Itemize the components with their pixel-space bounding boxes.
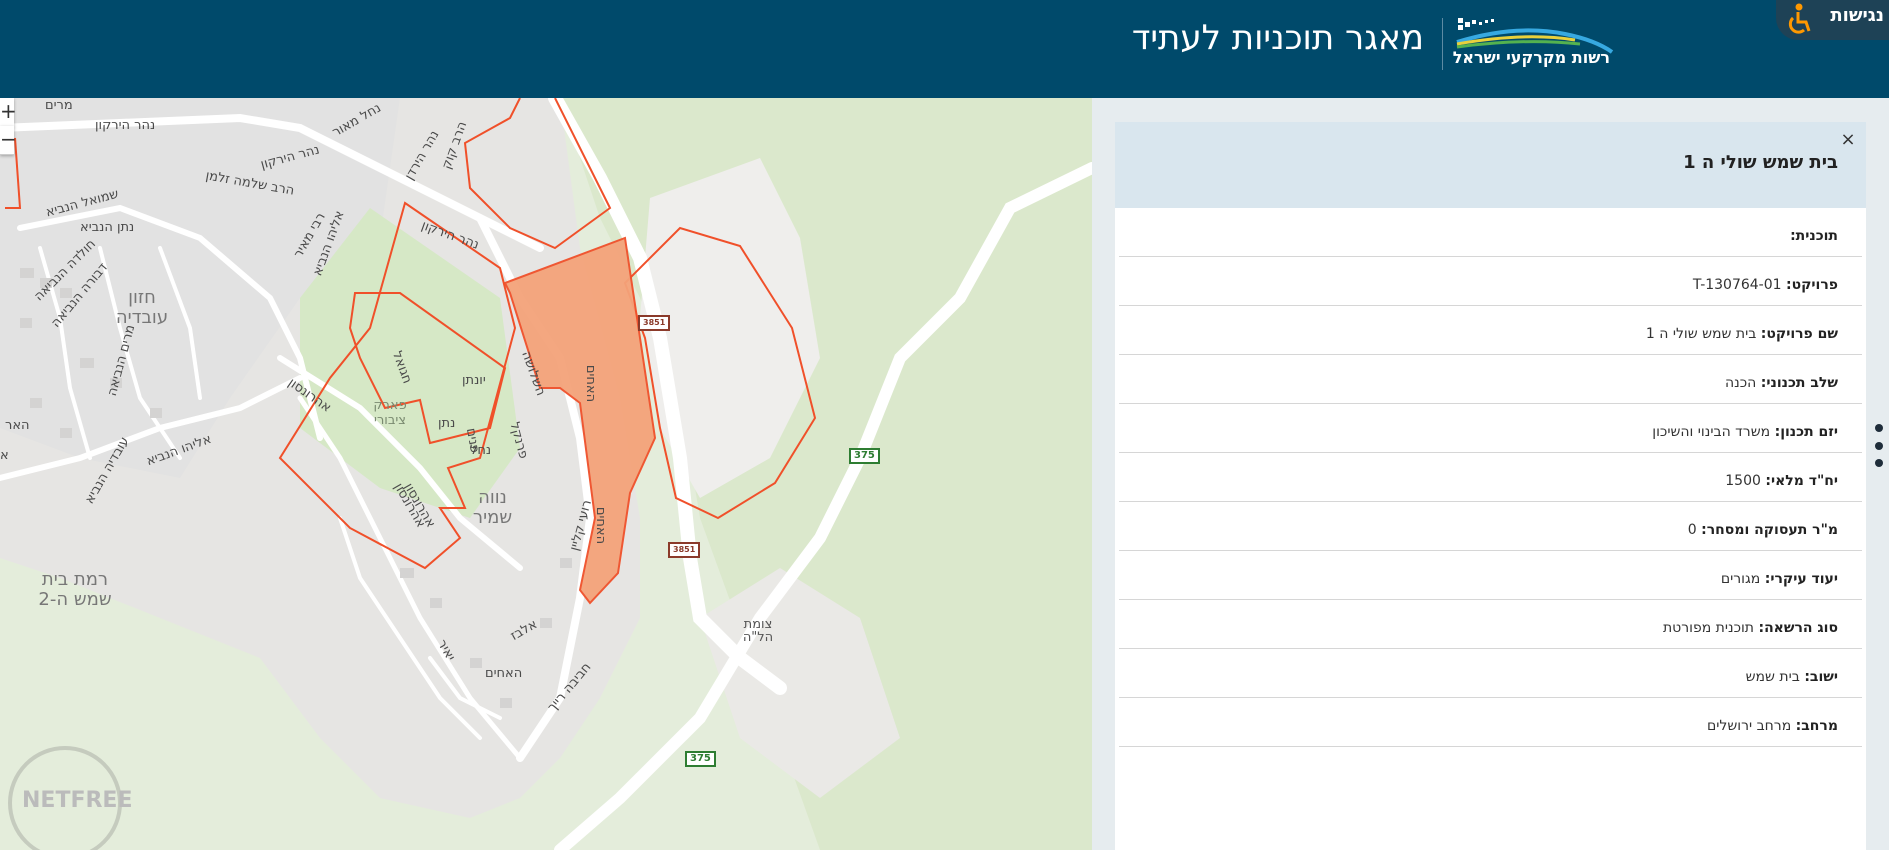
street-label: נחל: [470, 443, 492, 458]
more-menu-icon[interactable]: [1875, 459, 1883, 467]
row-label: יזם תכנון:: [1774, 424, 1838, 440]
park-label: פארק ציבורי: [373, 398, 407, 428]
info-row-district: מרחב: מרחב ירושלים: [1119, 698, 1862, 747]
accessibility-button[interactable]: נגישות: [1776, 0, 1889, 40]
row-value: בית שמש שולי ה 1: [1645, 326, 1757, 342]
info-row-housing-units: יח"ד מלאי: 1500: [1119, 453, 1862, 502]
more-menu-icon[interactable]: [1875, 424, 1883, 432]
road-shield: 375: [849, 448, 880, 464]
row-value: מרחב ירושלים: [1706, 718, 1792, 734]
info-row-developer: יזם תכנון: משרד הבינוי והשיכון: [1119, 404, 1862, 453]
map-tiles: [0, 98, 1092, 850]
row-label: פרויקט:: [1786, 277, 1838, 293]
row-value: 1500: [1725, 473, 1761, 489]
info-row-permit-type: סוג הרשאה: תוכנית מפורטת: [1119, 600, 1862, 649]
plan-info-panel: × בית שמש שולי ה 1 תוכנית: פרויקט: T-130…: [1115, 122, 1866, 850]
row-value: T-130764-01: [1692, 277, 1782, 293]
row-label: תוכנית:: [1790, 228, 1838, 244]
map-canvas[interactable]: + − נהר הירקון נהר הירקון נהר הירקון נחל…: [0, 98, 1092, 850]
neighborhood-label: חזון עובדיה: [115, 287, 169, 328]
row-label: ישוב:: [1804, 669, 1838, 685]
row-value: בית שמש: [1745, 669, 1800, 685]
row-value: משרד הבינוי והשיכון: [1652, 424, 1771, 440]
info-row-planning-stage: שלב תכנוני: הכנה: [1119, 355, 1862, 404]
street-label: האחים: [583, 364, 599, 403]
street-label: האחים: [485, 666, 523, 681]
street-label: האר: [5, 418, 30, 433]
netfree-watermark: NETFREE: [22, 788, 133, 813]
ila-logo-text: רשות מקרקעי ישראל: [1452, 48, 1610, 67]
street-label: א: [0, 448, 9, 463]
row-value: תוכנית מפורטת: [1662, 620, 1755, 636]
info-row-plan: תוכנית:: [1119, 208, 1862, 257]
street-label: נתן הנביא: [80, 220, 135, 235]
row-value: הכנה: [1725, 375, 1757, 391]
row-label: מרחב:: [1795, 718, 1838, 734]
zoom-in-button[interactable]: +: [0, 98, 17, 127]
top-header: מאגר תוכניות לעתיד רשות מקרקעי ישראל נגי…: [0, 0, 1889, 98]
panel-title: בית שמש שולי ה 1: [1683, 152, 1838, 173]
road-shield: 375: [685, 751, 716, 767]
row-value: 0: [1687, 522, 1697, 538]
junction-label: צומת הל"ה: [742, 617, 774, 645]
info-row-settlement: ישוב: בית שמש: [1119, 649, 1862, 698]
row-label: יעוד עיקרי:: [1764, 571, 1838, 587]
info-row-main-use: יעוד עיקרי: מגורים: [1119, 551, 1862, 600]
zoom-out-button[interactable]: −: [0, 126, 17, 155]
info-row-project-name: שם פרויקט: בית שמש שולי ה 1: [1119, 306, 1862, 355]
street-label: נתן: [438, 416, 456, 431]
close-icon[interactable]: ×: [1838, 130, 1858, 150]
road-shield: 3851: [638, 315, 671, 331]
info-row-project: פרויקט: T-130764-01: [1119, 257, 1862, 306]
row-label: שלב תכנוני:: [1760, 375, 1838, 391]
app-title: מאגר תוכניות לעתיד: [1131, 18, 1424, 58]
info-row-commerce-area: מ"ר תעסוקה ומסחר: 0: [1119, 502, 1862, 551]
row-label: מ"ר תעסוקה ומסחר:: [1701, 522, 1838, 538]
wheelchair-icon: [1788, 3, 1811, 34]
street-label: האחים: [593, 506, 609, 545]
street-label: יונתן: [462, 373, 486, 388]
row-label: סוג הרשאה:: [1758, 620, 1838, 636]
accessibility-label: נגישות: [1830, 5, 1884, 26]
street-label: מרים: [45, 98, 73, 113]
row-label: שם פרויקט:: [1760, 326, 1838, 342]
street-label: נהר הירקון: [95, 118, 156, 133]
header-divider: [1442, 18, 1443, 70]
row-value: מגורים: [1720, 571, 1761, 587]
neighborhood-label: רמת בית שמש ה-2: [38, 569, 112, 610]
more-menu-icon[interactable]: [1875, 442, 1883, 450]
panel-header: × בית שמש שולי ה 1: [1115, 122, 1866, 208]
neighborhood-label: נווה שמיר: [472, 487, 513, 528]
road-shield: 3851: [668, 542, 701, 558]
row-label: יח"ד מלאי:: [1765, 473, 1838, 489]
